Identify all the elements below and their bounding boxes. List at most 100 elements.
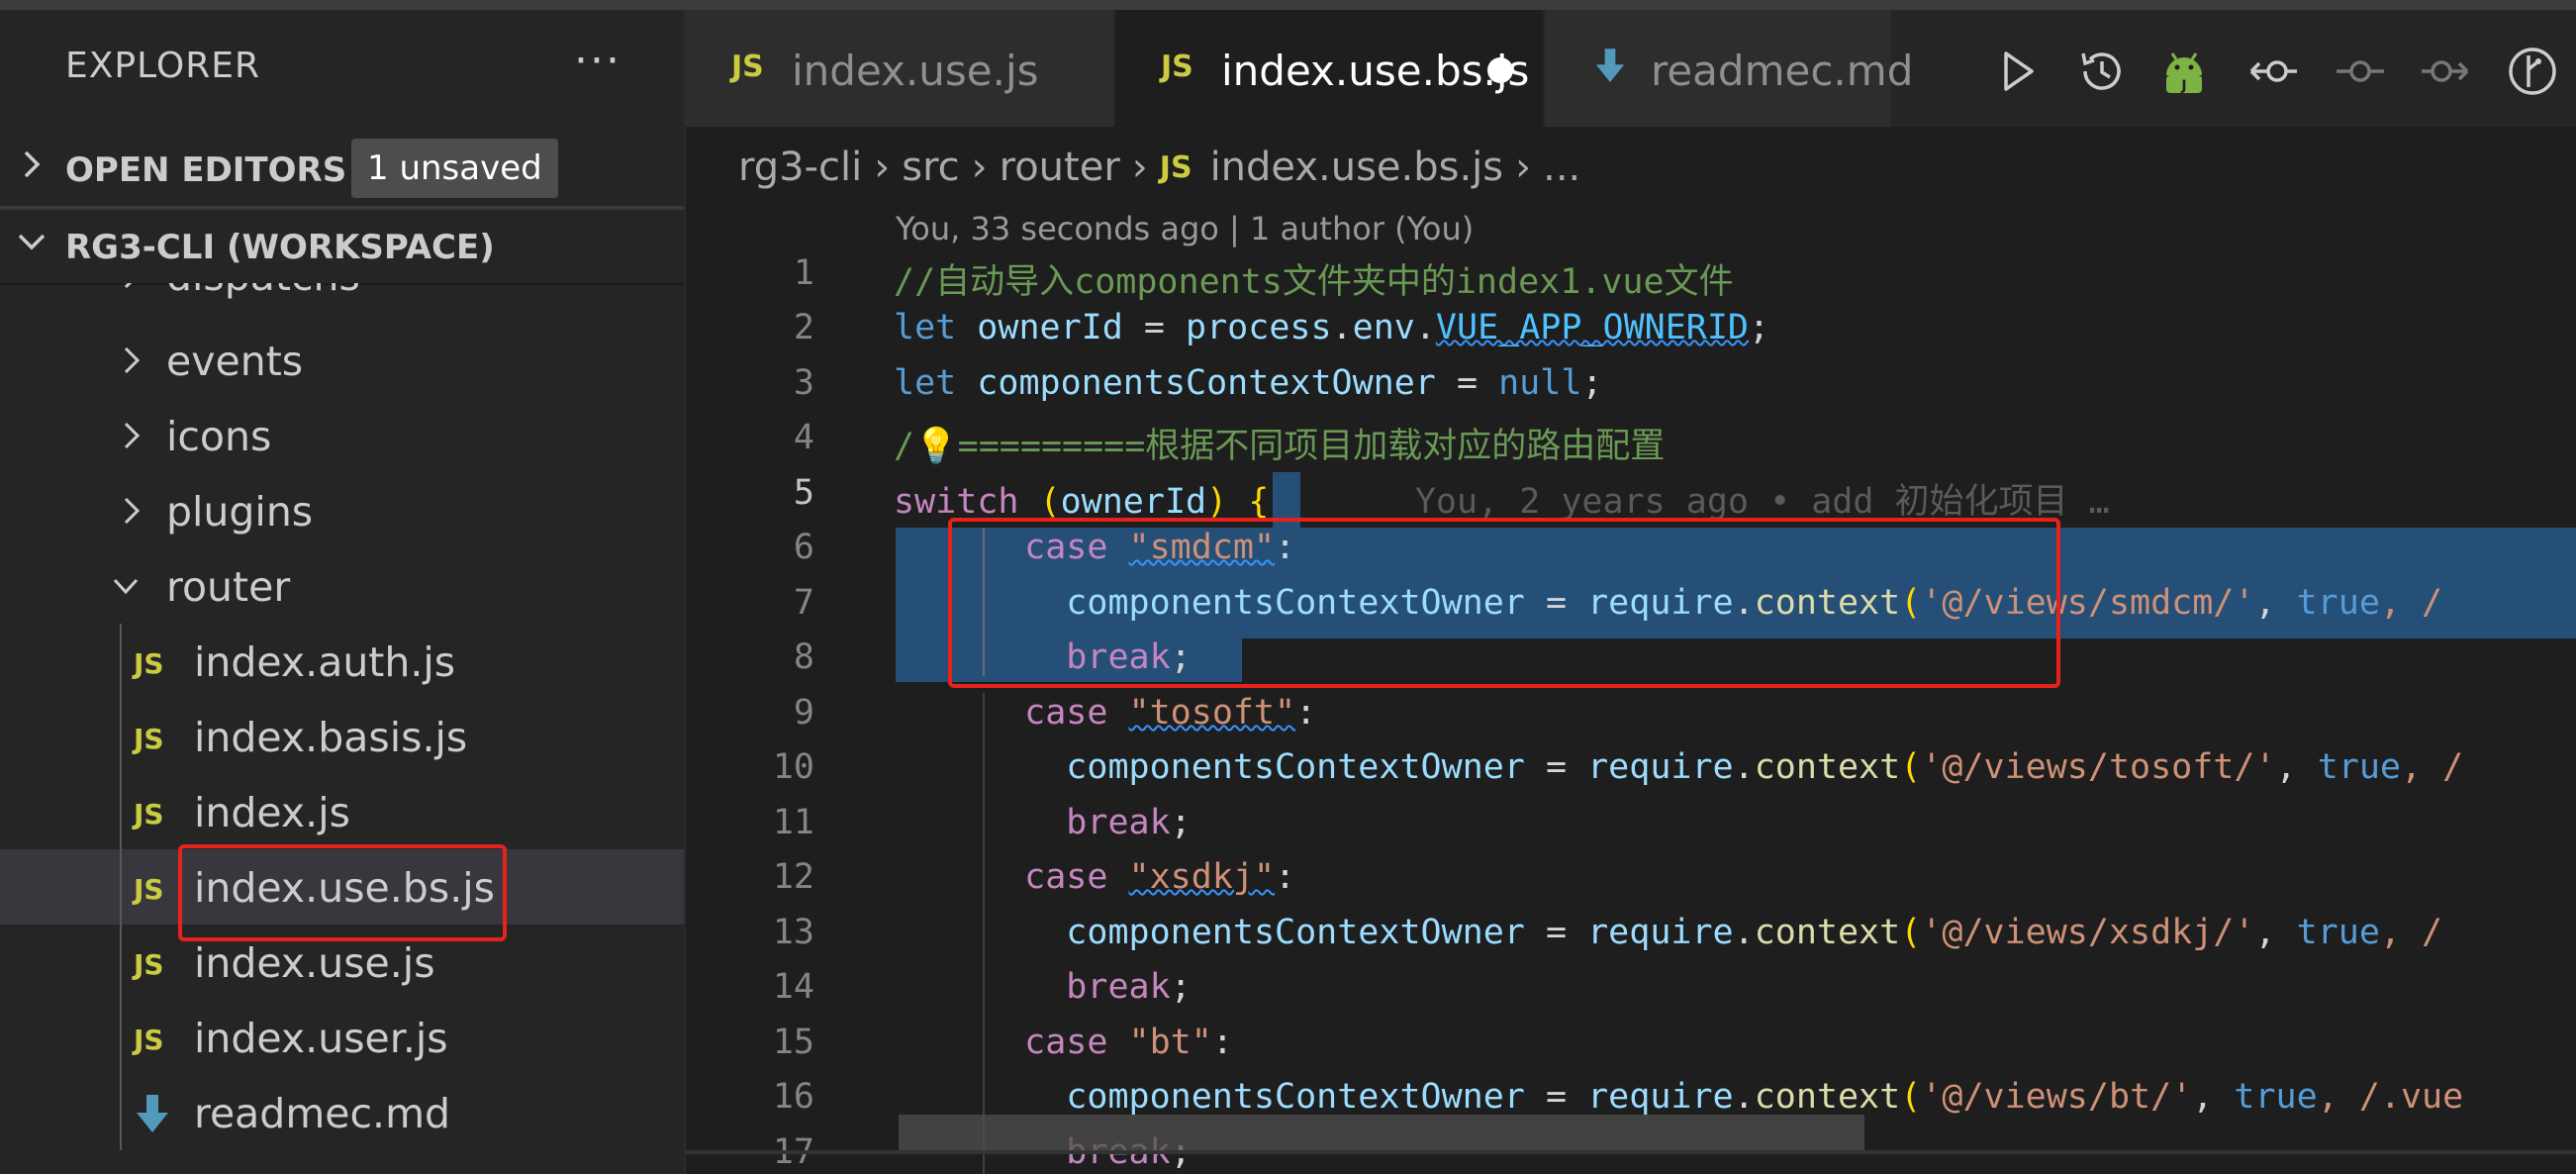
tree-folder-dispatchs[interactable]: dispatchs — [0, 283, 684, 313]
go-forward-icon[interactable] — [2420, 46, 2471, 97]
code-token: context — [1754, 1077, 1901, 1117]
code-token: break — [1066, 967, 1171, 1007]
code-line-2: let ownerId = process.env.VUE_APP_OWNERI… — [894, 308, 1769, 347]
tree-item-label: index.use.js — [194, 939, 435, 987]
code-token: ) — [1206, 482, 1249, 522]
breadcrumb-item[interactable]: router — [1000, 145, 1120, 190]
open-editors-section[interactable]: OPEN EDITORS — [0, 133, 684, 206]
code-line-12: case "xsdkj": — [983, 857, 1295, 897]
code-token: '@/views/bt/' — [1921, 1077, 2193, 1117]
code-token: = — [1524, 913, 1588, 952]
tree-item-label: readmec.md — [194, 1090, 451, 1137]
code-token: context — [1754, 747, 1901, 787]
code-token: ( — [1900, 747, 1922, 787]
code-token: ( — [1900, 1077, 1922, 1117]
code-token: ownerId — [1060, 482, 1207, 522]
code-token: ownerId — [977, 308, 1123, 347]
js-file-icon: JS — [134, 1024, 164, 1056]
code-token: case — [1024, 857, 1108, 897]
code-token: , — [2254, 583, 2297, 623]
tab-label: index.use.bs.js — [1221, 47, 1530, 95]
markdown-file-icon — [1595, 49, 1625, 82]
workspace-section[interactable]: RG3-CLI (WORKSPACE) — [0, 210, 684, 283]
code-token: "xsdkj" — [1128, 857, 1276, 897]
code-token: = — [1435, 363, 1499, 403]
code-token: '@/views/tosoft/' — [1921, 747, 2276, 787]
source-control-icon[interactable] — [2507, 46, 2558, 97]
line-number: 7 — [793, 583, 814, 623]
line-number: 8 — [793, 637, 814, 677]
code-line-3: let componentsContextOwner = null; — [894, 363, 1602, 403]
tree-item-label: index.basis.js — [194, 714, 468, 761]
breadcrumb-item[interactable]: src — [902, 145, 959, 190]
code-token: let — [894, 363, 957, 403]
code-token: null — [1498, 363, 1582, 403]
code-token: require — [1587, 747, 1734, 787]
tree-item-label: store — [166, 1165, 269, 1174]
breadcrumb-item[interactable]: ... — [1543, 145, 1580, 190]
line-number: 14 — [772, 967, 814, 1007]
tree-item-label: index.user.js — [194, 1015, 448, 1062]
tree-file-index-auth[interactable]: JS index.auth.js — [0, 624, 684, 699]
code-token: , / — [2379, 583, 2443, 623]
run-icon[interactable] — [1992, 46, 2044, 97]
code-token: case — [1024, 1023, 1108, 1062]
code-token: { — [1248, 482, 1270, 522]
tree-folder-router[interactable]: router — [0, 548, 684, 624]
code-token: ( — [1018, 482, 1061, 522]
commit-icon[interactable] — [2335, 46, 2386, 97]
chevron-right-icon: › — [971, 145, 988, 190]
timeline-icon[interactable] — [2075, 46, 2127, 97]
code-token: . — [1733, 913, 1755, 952]
tree-folder-store[interactable]: store — [0, 1150, 684, 1174]
tab-index-use[interactable]: JS index.use.js — [686, 10, 1113, 127]
code-token: switch — [894, 482, 1019, 522]
line-number: 9 — [793, 693, 814, 733]
code-token: componentsContextOwner — [1066, 1077, 1525, 1117]
horizontal-scrollbar[interactable] — [899, 1115, 1864, 1154]
tree-folder-icons[interactable]: icons — [0, 398, 684, 473]
code-token: process — [1186, 308, 1332, 347]
line-number: 13 — [772, 913, 814, 952]
android-icon[interactable]: J — [2158, 46, 2210, 97]
code-line-16: componentsContextOwner = require.context… — [983, 1077, 2463, 1117]
js-file-icon: JS — [731, 49, 764, 84]
code-token: ; — [1170, 803, 1192, 842]
tree-folder-events[interactable]: events — [0, 323, 684, 398]
chevron-right-icon: › — [1515, 145, 1532, 190]
js-file-icon: JS — [1159, 149, 1193, 185]
codelens-author[interactable]: You, 33 seconds ago | 1 author (You) — [896, 210, 1474, 247]
chevron-down-icon — [113, 578, 139, 595]
tree-file-index-user[interactable]: JS index.user.js — [0, 1000, 684, 1075]
tree-file-readmec[interactable]: readmec.md — [0, 1075, 684, 1150]
code-token: : — [1295, 693, 1317, 733]
js-file-icon: JS — [1161, 49, 1193, 84]
tree-file-index-basis[interactable]: JS index.basis.js — [0, 699, 684, 774]
code-token: , — [2254, 913, 2297, 952]
workspace-label: RG3-CLI (WORKSPACE) — [65, 228, 495, 267]
line-number: 2 — [793, 308, 814, 347]
code-token: , — [2275, 747, 2318, 787]
line-number: 3 — [793, 363, 814, 403]
line-number: 16 — [772, 1077, 814, 1117]
breadcrumb-item[interactable]: index.use.bs.js — [1210, 145, 1504, 190]
title-bar-strip — [0, 0, 2576, 10]
chevron-right-icon — [124, 422, 141, 449]
chevron-right-icon: › — [1131, 145, 1148, 190]
explorer-title: EXPLORER — [65, 46, 260, 86]
code-comment: /💡=========根据不同项目加载对应的路由配置 — [894, 427, 1666, 466]
breadcrumb-item[interactable]: rg3-cli — [738, 145, 862, 190]
code-comment: //自动导入components文件夹中的index1.vue文件 — [894, 262, 1734, 302]
line-number: 11 — [772, 803, 814, 842]
tab-readmec[interactable]: readmec.md — [1545, 10, 1913, 127]
go-back-icon[interactable] — [2247, 46, 2299, 97]
chevron-right-icon — [24, 150, 41, 178]
tree-folder-plugins[interactable]: plugins — [0, 473, 684, 548]
code-token: : — [1211, 1023, 1233, 1062]
unsaved-dot-icon[interactable] — [1487, 57, 1513, 83]
more-actions-icon[interactable]: ··· — [574, 36, 621, 86]
tree-item-label: dispatchs — [166, 283, 360, 300]
tree-file-index[interactable]: JS index.js — [0, 774, 684, 849]
tab-index-use-bs[interactable]: JS index.use.bs.js — [1115, 10, 1543, 127]
code-line-15: case "bt": — [983, 1023, 1233, 1062]
